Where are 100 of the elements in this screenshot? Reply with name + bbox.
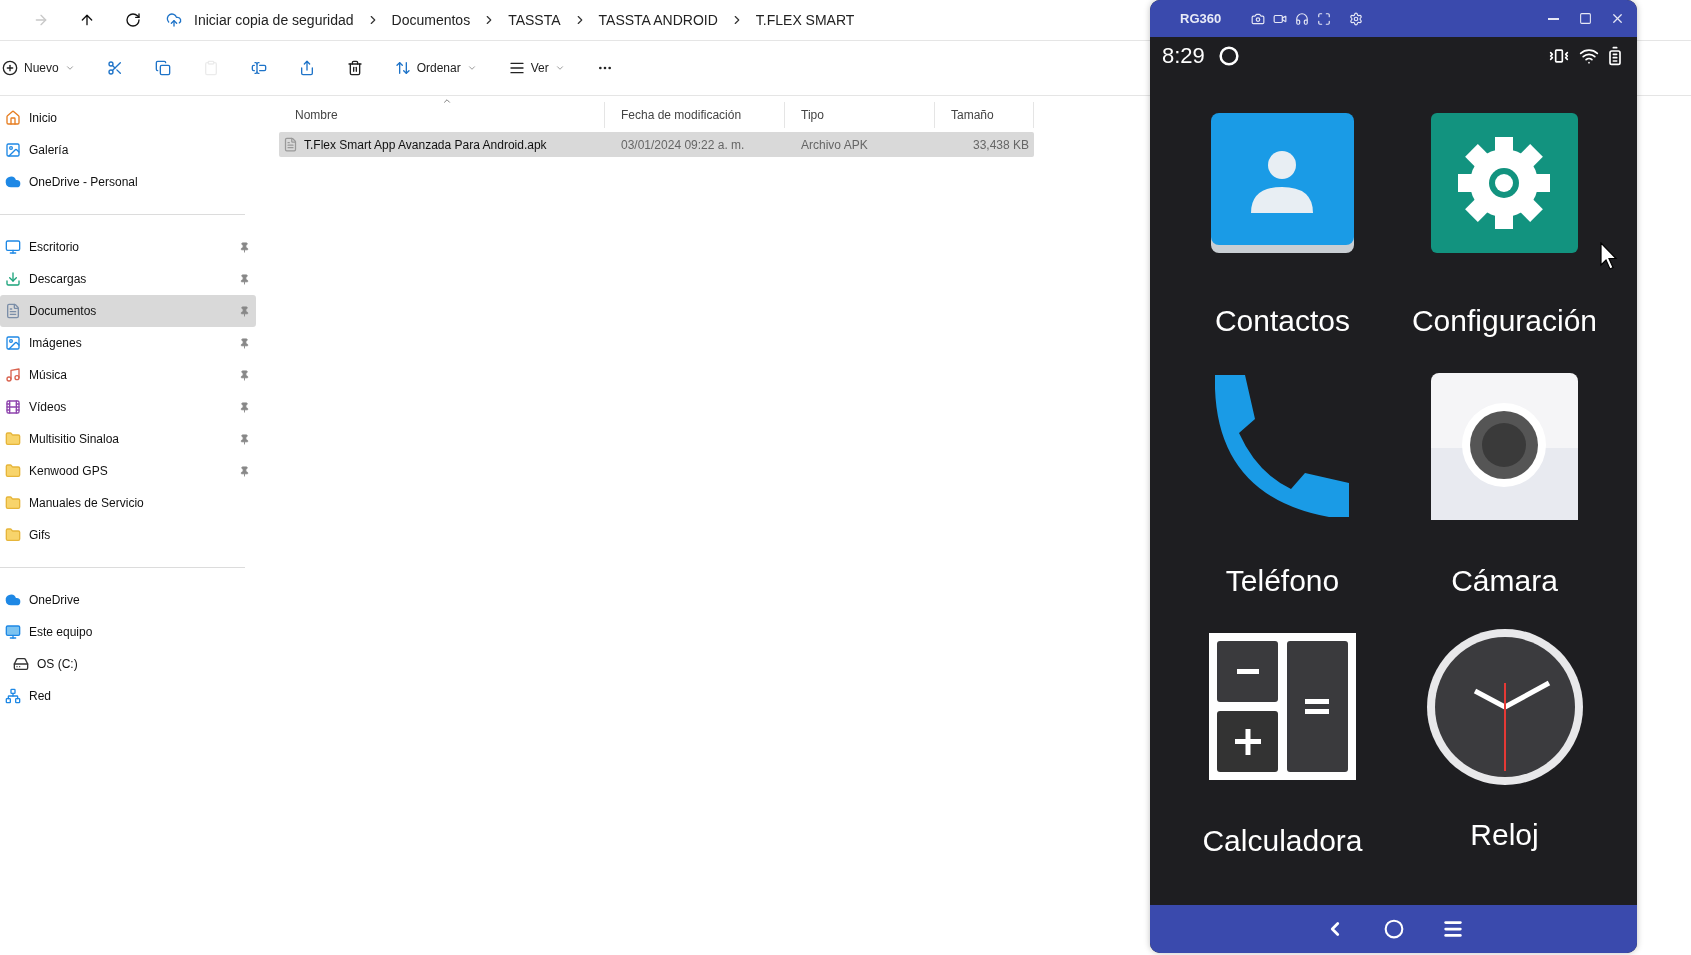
cloud-icon	[5, 592, 21, 608]
sidebar-label: Galería	[29, 143, 70, 157]
vibrate-icon	[1549, 46, 1569, 66]
drive-icon	[13, 656, 29, 672]
sidebar-label: Kenwood GPS	[29, 464, 109, 478]
sidebar-item[interactable]: Galería	[0, 134, 256, 166]
app-launcher[interactable]: Contactos	[1171, 113, 1394, 343]
sidebar-label: Manuales de Servicio	[29, 496, 145, 510]
app-launcher[interactable]: Configuración	[1393, 113, 1616, 343]
document-icon	[5, 303, 21, 319]
circle-status-icon	[1218, 46, 1239, 66]
app-launcher[interactable]: Teléfono	[1171, 373, 1394, 603]
sidebar-label: Inicio	[29, 111, 58, 125]
table-cell: T.Flex Smart App Avanzada Para Android.apk	[304, 137, 547, 152]
app-launcher[interactable]: Calculadora	[1171, 633, 1394, 863]
sidebar-item[interactable]: Descargas	[0, 263, 256, 295]
sidebar-item[interactable]: Vídeos	[0, 391, 256, 423]
view-button[interactable]: Ver	[496, 50, 577, 86]
headphones-icon[interactable]	[1295, 11, 1310, 26]
table-cell: 33,438 KB	[972, 137, 1029, 152]
fullscreen-icon[interactable]	[1317, 11, 1332, 26]
list-icon	[508, 60, 525, 76]
cloud-backup-icon	[166, 12, 182, 28]
chevron-down-icon	[554, 63, 565, 73]
sidebar-label: Red	[29, 689, 52, 703]
maximize-icon	[1578, 12, 1592, 25]
sidebar-item[interactable]: Escritorio	[0, 231, 256, 263]
status-time: 8:29	[1162, 43, 1205, 69]
table-cell: Archivo APK	[801, 137, 868, 152]
sidebar-label: OneDrive - Personal	[29, 175, 139, 189]
clock-icon	[1424, 627, 1585, 787]
calculator-icon	[1209, 633, 1356, 780]
minimize-icon	[1547, 17, 1559, 20]
gallery-icon	[5, 142, 21, 158]
sidebar-label: Vídeos	[29, 400, 68, 414]
picture-icon	[5, 335, 21, 351]
sidebar-item[interactable]: OS (C:)	[0, 648, 256, 680]
desktop-icon	[5, 239, 21, 255]
breadcrumb-item[interactable]: Documentos	[383, 12, 479, 28]
breadcrumb-item[interactable]: TASSTA ANDROID	[590, 12, 726, 28]
home-icon	[5, 110, 21, 126]
file-icon	[283, 137, 298, 152]
breadcrumb-item[interactable]: TASSTA	[500, 12, 569, 28]
sidebar-label: Este equipo	[29, 625, 94, 639]
chevron-down-icon	[466, 63, 477, 73]
menu-button[interactable]	[1441, 918, 1464, 940]
camera-icon[interactable]	[1251, 11, 1266, 26]
chevron-down-icon	[64, 63, 75, 73]
sidebar-label: Música	[29, 368, 68, 382]
sidebar-item[interactable]: Inicio	[0, 102, 256, 134]
sidebar-label: Descargas	[29, 272, 88, 286]
sidebar-item[interactable]: Kenwood GPS	[0, 455, 256, 487]
cut-icon	[106, 60, 123, 76]
app-launcher[interactable]: Reloj	[1393, 627, 1616, 857]
sidebar-item[interactable]: Documentos	[0, 295, 256, 327]
sidebar-label: OneDrive	[29, 593, 81, 607]
home-icon	[1383, 919, 1404, 939]
settings-icon[interactable]	[1349, 11, 1364, 26]
window-title: RG360	[1180, 11, 1222, 26]
sidebar-item[interactable]: OneDrive	[0, 584, 256, 616]
folder-icon	[5, 527, 21, 543]
sidebar-item[interactable]: Red	[0, 680, 256, 712]
network-icon	[5, 688, 21, 704]
column-header[interactable]: Nombre	[279, 102, 605, 128]
trash-icon	[346, 60, 363, 76]
home-button[interactable]	[1383, 919, 1404, 939]
sidebar-label: Multisitio Sinaloa	[29, 432, 121, 446]
sidebar-item[interactable]: Música	[0, 359, 256, 391]
sidebar-item[interactable]: Este equipo	[0, 616, 256, 648]
sidebar-label: OS (C:)	[37, 657, 79, 671]
video-icon	[5, 399, 21, 415]
camera-icon	[1431, 373, 1578, 520]
sort-icon	[394, 60, 411, 76]
sidebar-item[interactable]: Imágenes	[0, 327, 256, 359]
sidebar-item[interactable]: Gifs	[0, 519, 256, 551]
music-icon	[5, 367, 21, 383]
cloud-icon	[5, 174, 21, 190]
sidebar-label: Gifs	[29, 528, 52, 542]
column-header[interactable]: Fecha de modificación	[605, 102, 785, 128]
share-icon	[298, 60, 315, 76]
breadcrumb-item[interactable]: Iniciar copia de seguridad	[186, 12, 362, 28]
plus-icon	[2, 60, 18, 76]
sidebar-label: Escritorio	[29, 240, 80, 254]
sidebar-item[interactable]: Multisitio Sinaloa	[0, 423, 256, 455]
sort-caret-icon	[441, 96, 452, 106]
file-row[interactable]: T.Flex Smart App Avanzada Para Android.apk 03/01/2024 09:22 a. m. Archivo APK 33,438 KB	[279, 132, 1034, 157]
breadcrumb-item[interactable]: T.FLEX SMART	[747, 12, 863, 28]
sort-button[interactable]: Ordenar	[382, 50, 489, 86]
sidebar-item[interactable]: Manuales de Servicio	[0, 487, 256, 519]
sidebar-label: Imágenes	[29, 336, 83, 350]
column-header[interactable]: Tipo	[785, 102, 935, 128]
download-icon	[5, 271, 21, 287]
table-cell: 03/01/2024 09:22 a. m.	[621, 137, 745, 152]
folder-icon	[5, 463, 21, 479]
app-launcher[interactable]: Cámara	[1393, 373, 1616, 603]
new-button[interactable]: Nuevo	[0, 50, 87, 86]
column-header[interactable]: Tamaño	[935, 102, 1034, 128]
copy-icon	[154, 60, 171, 76]
menu-icon	[1441, 918, 1464, 940]
sidebar-item[interactable]: OneDrive - Personal	[0, 166, 256, 198]
